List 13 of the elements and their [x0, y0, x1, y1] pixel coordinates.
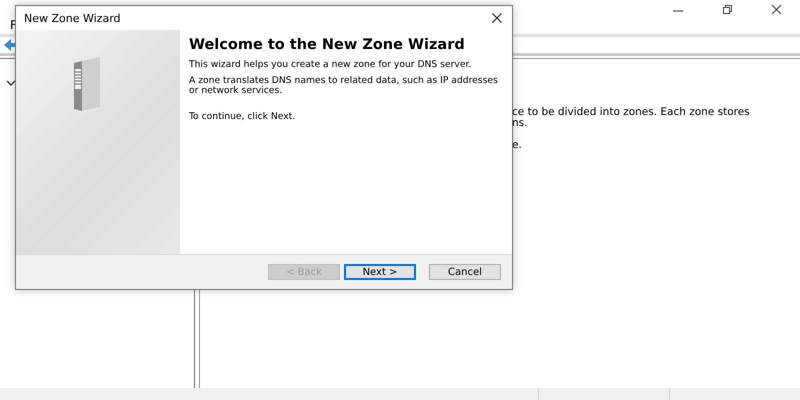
wizard-button[interactable]: Next >: [344, 264, 416, 280]
wizard-heading: Welcome to the New Zone Wizard: [189, 38, 466, 53]
wizard-button[interactable]: Cancel: [429, 264, 501, 280]
wizard-paragraph: To continue, click Next.: [189, 112, 296, 122]
close-icon[interactable]: [771, 4, 782, 14]
wizard-paragraph: A zone translates DNS names to related data, such as IP addresses or network services.: [189, 76, 499, 96]
wizard-paragraph: This wizard helps you create a new zone for your DNS server.: [189, 60, 472, 70]
close-icon[interactable]: [492, 13, 502, 23]
restore-icon[interactable]: [722, 4, 733, 14]
description-text: ns.: [512, 118, 528, 129]
dialog-title: New Zone Wizard: [24, 12, 121, 24]
description-text: ce to be divided into zones. Each zone stores: [512, 107, 751, 118]
expand-chevron-icon[interactable]: [6, 79, 16, 87]
